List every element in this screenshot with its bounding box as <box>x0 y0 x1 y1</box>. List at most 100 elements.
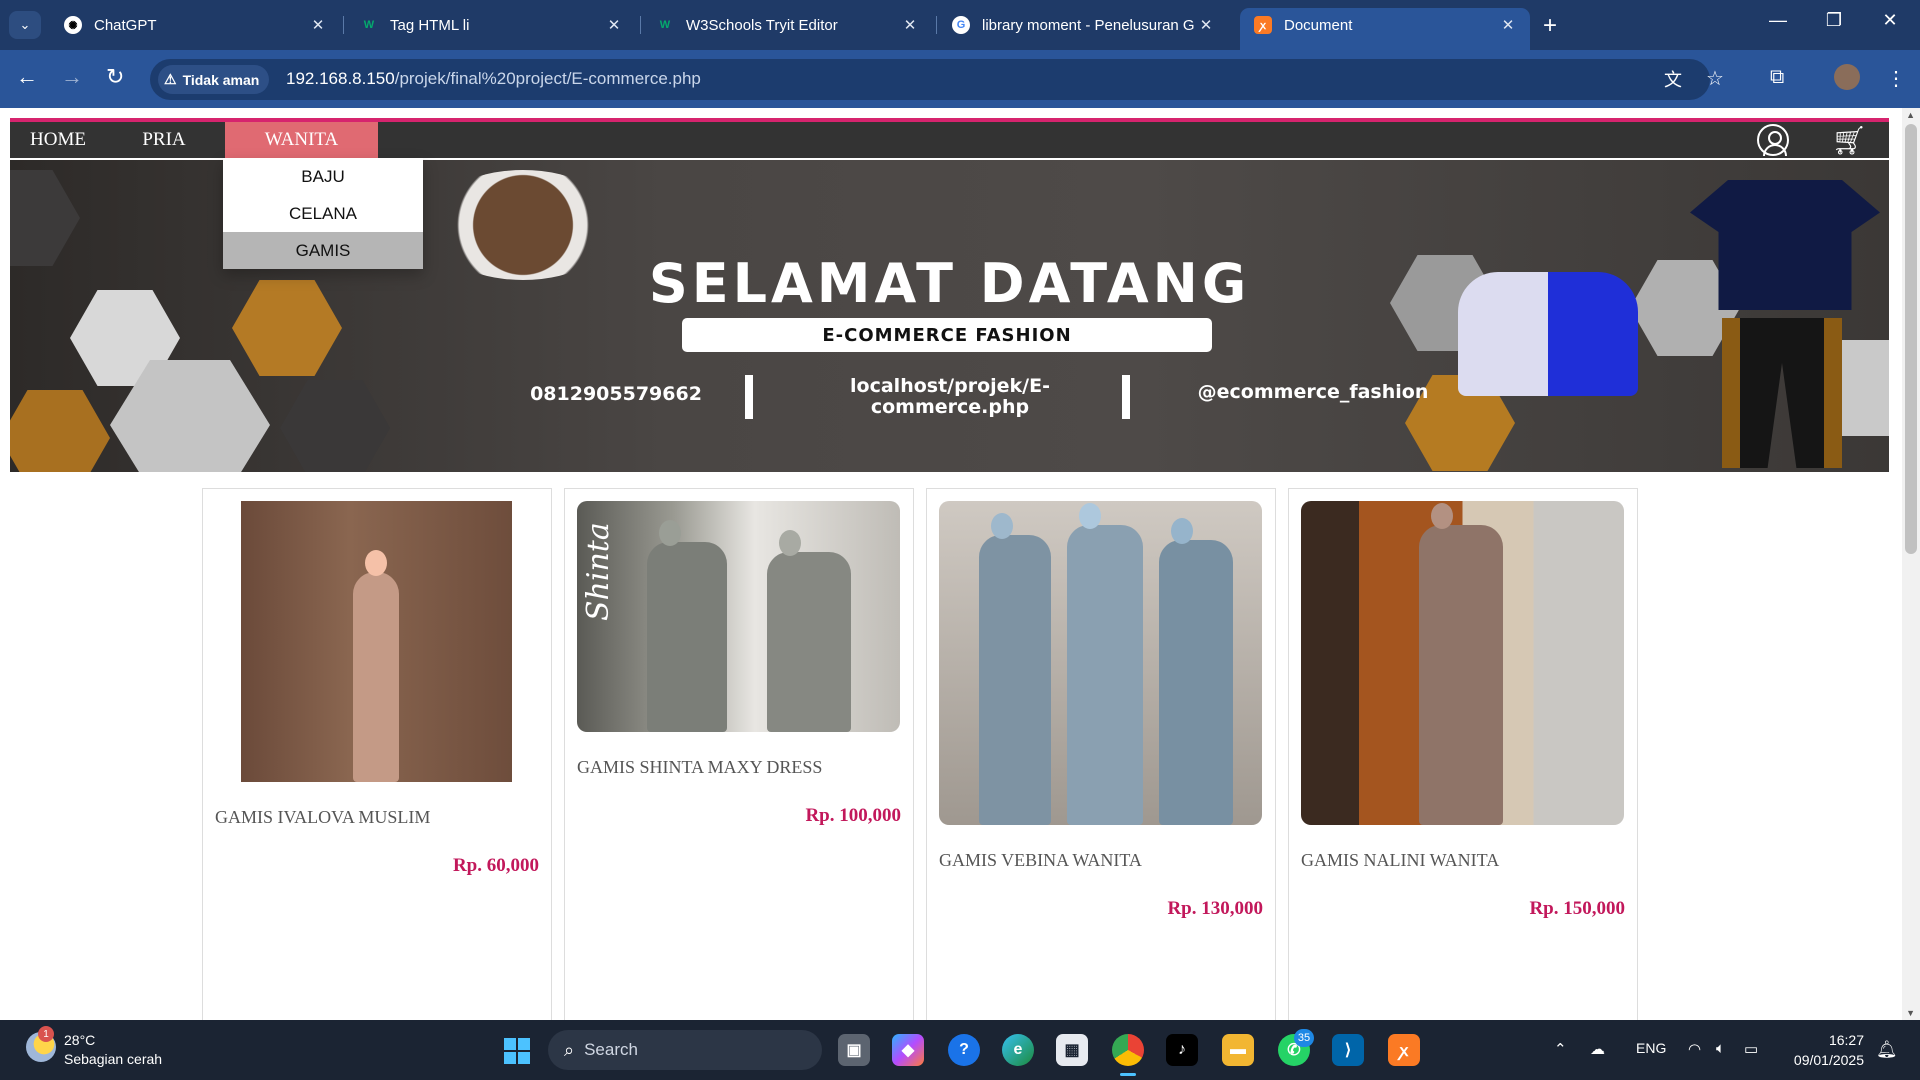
task-view-icon[interactable]: ▣ <box>838 1034 870 1066</box>
product-card[interactable]: GAMIS IVALOVA MUSLIM Rp. 60,000 <box>202 488 552 1020</box>
taskbar-search[interactable]: ⌕ Search <box>548 1030 822 1070</box>
notification-bell-icon[interactable]: 🔔︎ <box>1876 1040 1898 1060</box>
battery-icon[interactable]: ▭ <box>1744 1040 1758 1058</box>
nav-pria[interactable]: PRIA <box>116 122 212 158</box>
close-tab-icon[interactable]: ✕ <box>604 16 624 34</box>
extensions-icon[interactable]: ⧉ <box>1770 66 1784 89</box>
close-tab-icon[interactable]: ✕ <box>1498 16 1518 34</box>
product-image[interactable] <box>1301 501 1624 825</box>
scroll-up-arrow-icon[interactable]: ▲ <box>1906 110 1915 120</box>
banner-hexagon <box>10 390 110 472</box>
banner-subtitle: E-COMMERCE FASHION <box>682 318 1212 352</box>
model-figure <box>1159 540 1233 825</box>
nav-wanita[interactable]: WANITA <box>225 122 378 158</box>
minimize-button[interactable]: — <box>1758 10 1798 31</box>
tab-chatgpt[interactable]: ✺ ChatGPT ✕ <box>50 8 340 42</box>
tab-w3schools-tryit[interactable]: W W3Schools Tryit Editor ✕ <box>642 8 932 42</box>
scroll-thumb[interactable] <box>1905 124 1917 554</box>
edge-icon[interactable]: e <box>1002 1034 1034 1066</box>
page-scrollbar[interactable]: ▲ ▼ <box>1902 108 1920 1020</box>
weather-description[interactable]: Sebagian cerah <box>64 1051 162 1067</box>
banner-website: localhost/projek/E- commerce.php <box>805 376 1095 418</box>
close-tab-icon[interactable]: ✕ <box>1196 16 1216 34</box>
wifi-icon[interactable]: ◠ <box>1688 1040 1701 1058</box>
copilot-icon[interactable]: ◆ <box>892 1034 924 1066</box>
bookmark-star-icon[interactable]: ☆ <box>1706 66 1724 91</box>
profile-avatar[interactable] <box>1834 64 1860 90</box>
xampp-icon: ꭗ <box>1254 16 1272 34</box>
product-card[interactable]: Shinta GAMIS SHINTA MAXY DRESS Rp. 100,0… <box>564 488 914 1020</box>
volume-icon[interactable]: 🔈︎ <box>1716 1040 1725 1057</box>
product-name[interactable]: GAMIS VEBINA WANITA <box>939 850 1142 871</box>
close-window-button[interactable]: ✕ <box>1870 10 1910 31</box>
shopping-cart-icon[interactable]: 🛒︎ <box>1831 124 1867 157</box>
menu-kebab-icon[interactable]: ⋮ <box>1886 66 1906 91</box>
security-label: Tidak aman <box>182 71 260 88</box>
windows-start-icon[interactable] <box>504 1038 530 1064</box>
tab-tag-html-li[interactable]: W Tag HTML li ✕ <box>346 8 636 42</box>
tab-search-button[interactable]: ⌄ <box>9 11 41 39</box>
user-account-icon[interactable] <box>1757 124 1789 156</box>
xampp-icon[interactable]: ꭗ <box>1388 1034 1420 1066</box>
tab-document[interactable]: ꭗ Document ✕ <box>1240 8 1530 50</box>
image-caption: Shinta <box>581 522 616 621</box>
hoodie-image <box>1458 272 1638 396</box>
nav-home[interactable]: HOME <box>10 122 106 158</box>
web-page: HOME PRIA WANITA 🛒︎ BAJU CELANA GAMIS SE… <box>0 108 1920 1020</box>
weather-temperature[interactable]: 28°C <box>64 1032 95 1048</box>
close-tab-icon[interactable]: ✕ <box>308 16 328 34</box>
model-figure <box>1419 525 1503 825</box>
tshirt-image <box>1690 180 1880 310</box>
product-name[interactable]: GAMIS NALINI WANITA <box>1301 850 1499 871</box>
dropdown-item-baju[interactable]: BAJU <box>223 158 423 195</box>
restore-button[interactable]: ❐ <box>1814 10 1854 31</box>
tab-google-search[interactable]: G library moment - Penelusuran G ✕ <box>938 8 1228 42</box>
file-explorer-icon[interactable]: ▬ <box>1222 1034 1254 1066</box>
product-image[interactable]: Shinta <box>577 501 900 732</box>
banner-hexagon <box>280 380 390 472</box>
tab-title: library moment - Penelusuran G <box>982 16 1195 34</box>
get-help-icon[interactable]: ? <box>948 1034 980 1066</box>
product-price: Rp. 100,000 <box>805 805 901 826</box>
product-price: Rp. 150,000 <box>1529 898 1625 919</box>
search-icon: ⌕ <box>564 1039 575 1060</box>
model-figure <box>767 552 851 732</box>
product-name[interactable]: GAMIS SHINTA MAXY DRESS <box>577 757 822 778</box>
dropdown-item-celana[interactable]: CELANA <box>223 195 423 232</box>
vscode-icon[interactable]: ⟩ <box>1332 1034 1364 1066</box>
banner-phone: 0812905579662 <box>530 383 702 405</box>
new-tab-button[interactable]: + <box>1543 12 1557 40</box>
security-indicator[interactable]: ⚠ Tidak aman <box>158 65 270 94</box>
close-tab-icon[interactable]: ✕ <box>900 16 920 34</box>
tab-title: Document <box>1284 16 1353 34</box>
forward-button[interactable]: → <box>61 64 83 90</box>
product-name[interactable]: GAMIS IVALOVA MUSLIM <box>215 807 430 828</box>
url-text[interactable]: 192.168.8.150/projek/final%20project/E-c… <box>286 69 701 89</box>
tab-title: W3Schools Tryit Editor <box>686 16 838 34</box>
system-clock[interactable]: 16:27 09/01/2025 <box>1786 1030 1864 1070</box>
banner-website-line1: localhost/projek/E- <box>850 375 1050 397</box>
chrome-icon[interactable] <box>1112 1034 1144 1076</box>
product-price: Rp. 60,000 <box>452 855 539 876</box>
tab-strip: ⌄ ✺ ChatGPT ✕ W Tag HTML li ✕ W W3School… <box>0 0 1920 50</box>
translate-icon[interactable]: 文 <box>1664 66 1682 92</box>
show-hidden-icons[interactable]: ⌃ <box>1554 1040 1567 1058</box>
tab-title: ChatGPT <box>94 16 157 34</box>
chatgpt-icon: ✺ <box>64 16 82 34</box>
onedrive-icon[interactable]: ☁ <box>1590 1040 1605 1058</box>
product-card[interactable]: GAMIS VEBINA WANITA Rp. 130,000 <box>926 488 1276 1020</box>
language-indicator[interactable]: ENG <box>1636 1040 1666 1056</box>
url-path: /projek/final%20project/E-commerce.php <box>394 69 701 88</box>
dropdown-item-gamis[interactable]: GAMIS <box>223 232 423 269</box>
product-card[interactable]: GAMIS NALINI WANITA Rp. 150,000 <box>1288 488 1638 1020</box>
site-navbar: HOME PRIA WANITA 🛒︎ <box>10 118 1889 158</box>
back-button[interactable]: ← <box>16 64 38 90</box>
banner-divider <box>1122 375 1130 419</box>
microsoft-store-icon[interactable]: ▦ <box>1056 1034 1088 1066</box>
tiktok-icon[interactable]: ♪ <box>1166 1034 1198 1066</box>
product-image[interactable] <box>939 501 1262 825</box>
clock-date: 09/01/2025 <box>1793 1052 1864 1068</box>
product-image[interactable] <box>241 501 512 782</box>
reload-button[interactable]: ↻ <box>106 64 124 90</box>
scroll-down-arrow-icon[interactable]: ▼ <box>1906 1008 1915 1018</box>
